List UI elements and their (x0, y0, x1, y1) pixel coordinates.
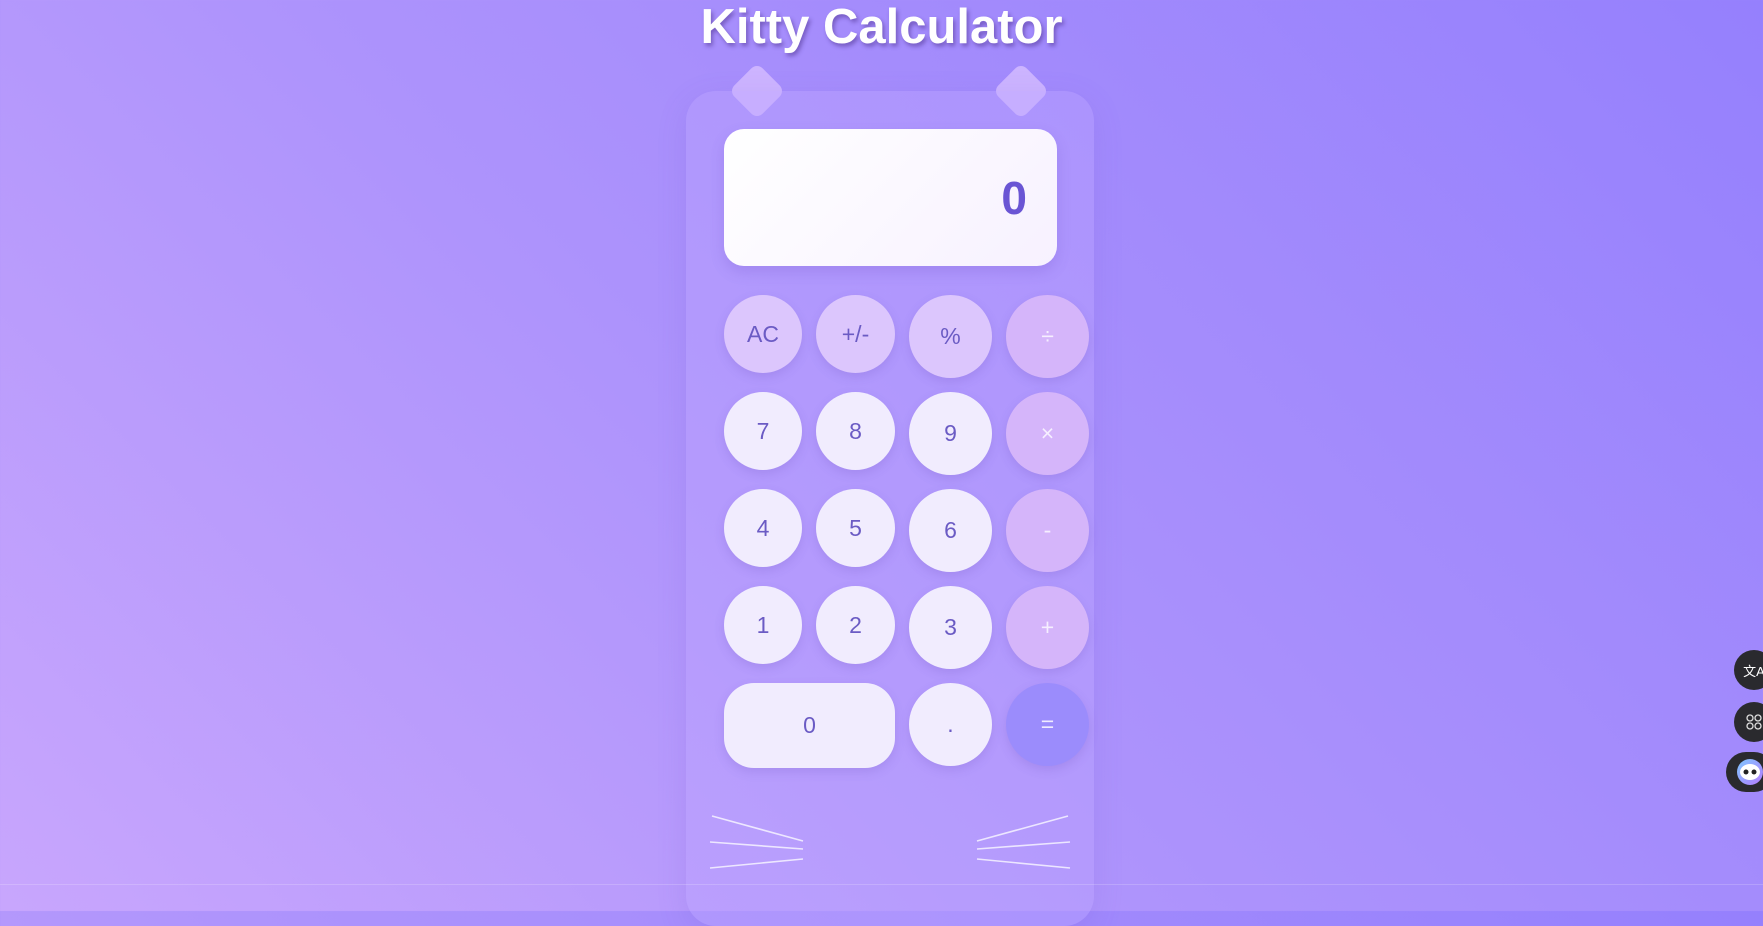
grid-icon (1746, 714, 1762, 730)
page-title: Kitty Calculator (700, 0, 1063, 54)
multiply-button[interactable]: × (1006, 392, 1089, 475)
display-value: 0 (1001, 171, 1027, 224)
whiskers-left (709, 815, 804, 869)
decimal-button[interactable]: . (909, 683, 992, 766)
digit-1-button[interactable]: 1 (724, 586, 802, 664)
page-bottom-divider (0, 884, 1763, 885)
divide-button[interactable]: ÷ (1006, 295, 1089, 378)
digit-5-button[interactable]: 5 (816, 489, 895, 567)
apps-grid-icon[interactable] (1734, 702, 1763, 742)
digit-2-button[interactable]: 2 (816, 586, 895, 664)
add-button[interactable]: + (1006, 586, 1089, 669)
clear-button[interactable]: AC (724, 295, 802, 373)
equals-button[interactable]: = (1006, 683, 1089, 766)
digit-8-button[interactable]: 8 (816, 392, 895, 470)
percent-button[interactable]: % (909, 295, 992, 378)
digit-9-button[interactable]: 9 (909, 392, 992, 475)
digit-3-button[interactable]: 3 (909, 586, 992, 669)
digit-6-button[interactable]: 6 (909, 489, 992, 572)
assistant-face-icon (1737, 759, 1763, 785)
digit-0-button[interactable]: 0 (724, 683, 895, 768)
sign-toggle-button[interactable]: +/- (816, 295, 895, 373)
calculator-display: 0 (724, 129, 1057, 266)
digit-4-button[interactable]: 4 (724, 489, 802, 567)
translate-icon[interactable]: 文A (1734, 650, 1763, 690)
whiskers-right (976, 815, 1071, 869)
assistant-icon[interactable] (1726, 752, 1763, 792)
digit-7-button[interactable]: 7 (724, 392, 802, 470)
subtract-button[interactable]: - (1006, 489, 1089, 572)
translate-icon-glyph: 文A (1743, 663, 1763, 679)
